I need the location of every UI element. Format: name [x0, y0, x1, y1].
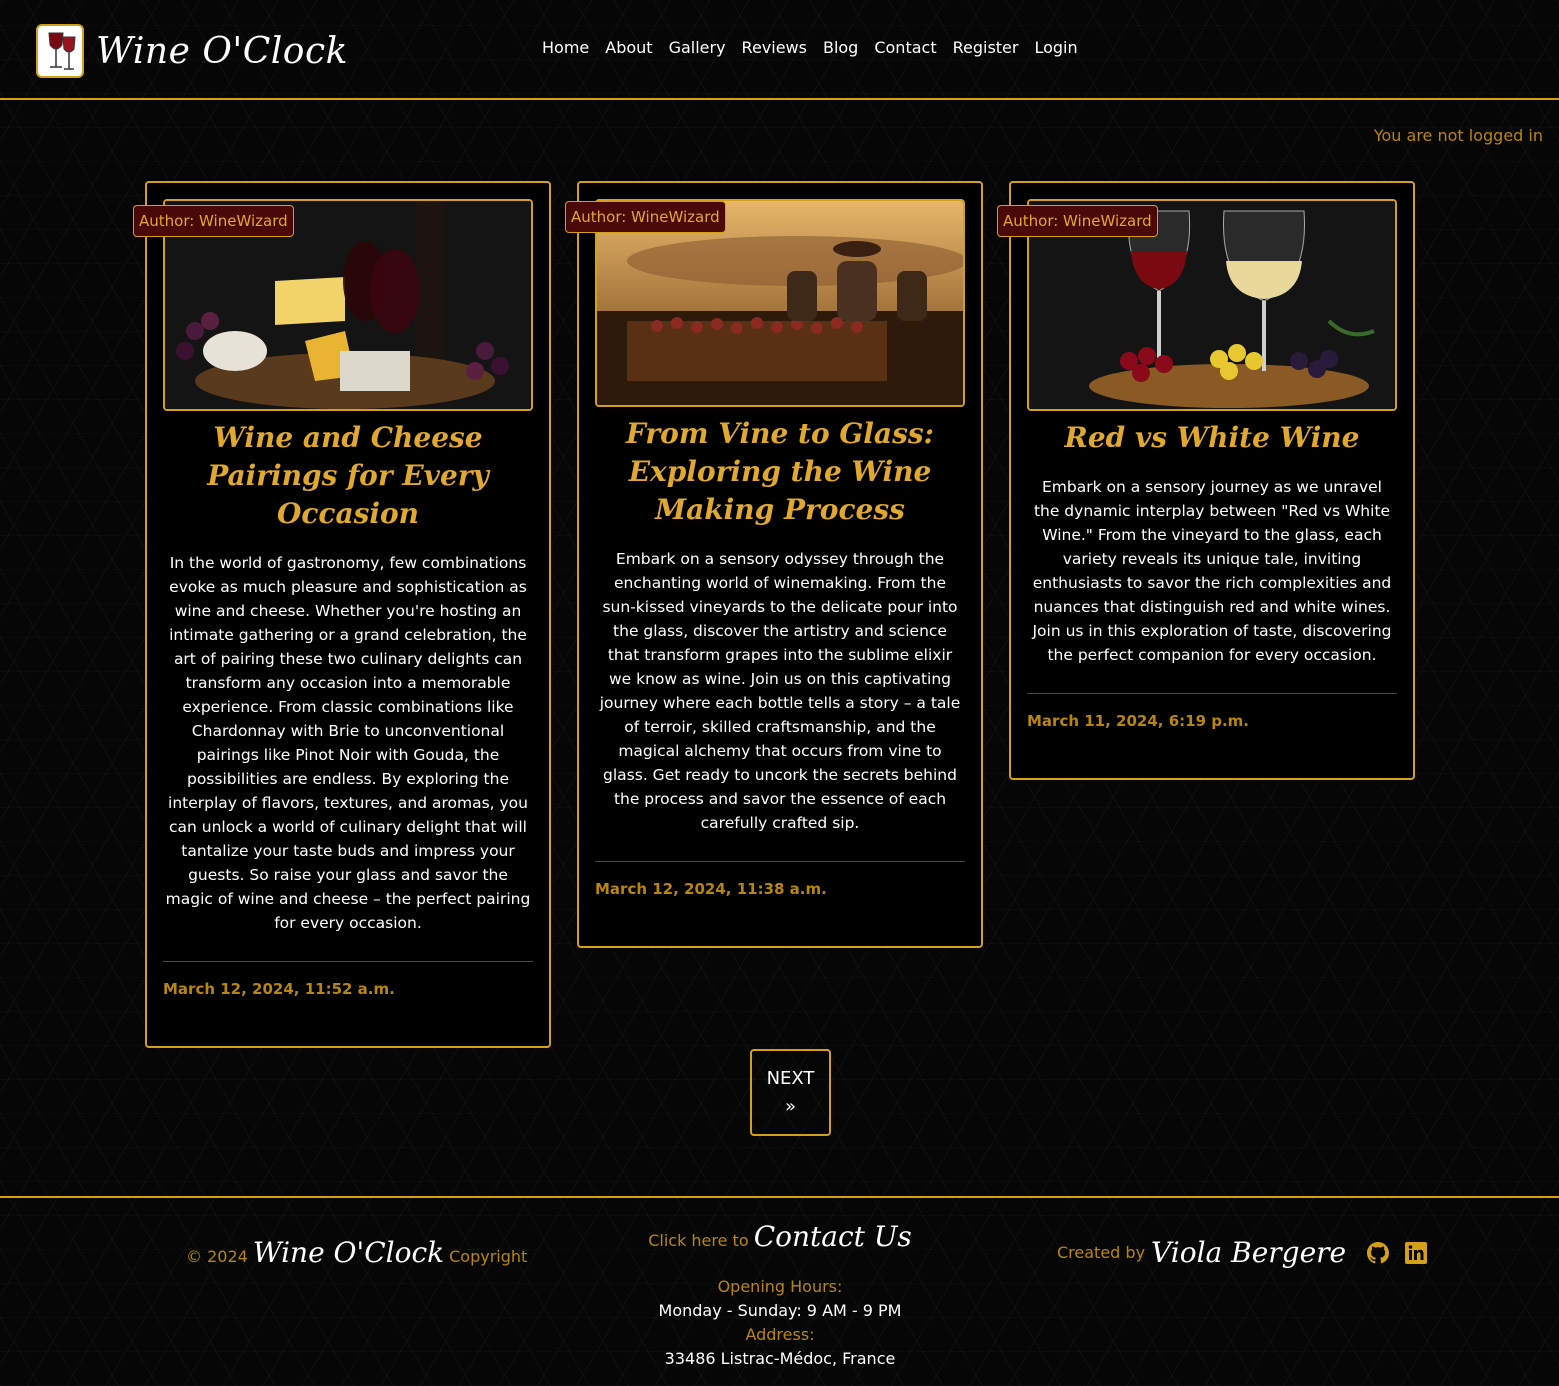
wine-glass-logo-icon[interactable]: [36, 24, 84, 78]
footer-copyright: © 2024 Wine O'Clock Copyright: [186, 1236, 527, 1269]
post-date: March 12, 2024, 11:38 a.m.: [595, 880, 827, 898]
post-excerpt: Embark on a sensory odyssey through the …: [599, 550, 961, 832]
main-nav: Home About Gallery Reviews Blog Contact …: [534, 38, 1086, 57]
post-date: March 12, 2024, 11:52 a.m.: [163, 980, 395, 998]
nav-home[interactable]: Home: [534, 38, 597, 57]
github-icon[interactable]: [1366, 1241, 1390, 1265]
author-badge: Author: WineWizard: [565, 201, 726, 233]
navbar: Wine O'Clock Home About Gallery Reviews …: [0, 0, 1559, 100]
author-badge: Author: WineWizard: [133, 205, 294, 237]
author-badge: Author: WineWizard: [997, 205, 1158, 237]
nav-reviews[interactable]: Reviews: [734, 38, 815, 57]
footer-credits: Created by Viola Bergere: [1057, 1236, 1428, 1269]
footer-brand: Wine O'Clock: [252, 1236, 445, 1269]
post-title[interactable]: From Vine to Glass: Exploring the Wine M…: [595, 415, 965, 529]
address-label: Address:: [745, 1325, 815, 1344]
nav-register[interactable]: Register: [945, 38, 1027, 57]
hours-label: Opening Hours:: [717, 1277, 843, 1296]
card-divider: [1027, 693, 1397, 694]
brand[interactable]: Wine O'Clock: [36, 24, 348, 78]
nav-contact[interactable]: Contact: [866, 38, 944, 57]
footer: © 2024 Wine O'Clock Copyright Click here…: [0, 1196, 1559, 1386]
card-divider: [595, 861, 965, 862]
post-excerpt: In the world of gastronomy, few combinat…: [165, 554, 531, 932]
post-title[interactable]: Red vs White Wine: [1027, 419, 1397, 457]
card-divider: [163, 961, 533, 962]
linkedin-icon[interactable]: [1404, 1241, 1428, 1265]
login-status: You are not logged in: [1373, 126, 1543, 145]
nav-blog[interactable]: Blog: [815, 38, 866, 57]
blog-post-card[interactable]: Author: WineWizard Wine and Cheese Pairi…: [133, 181, 551, 1048]
post-title[interactable]: Wine and Cheese Pairings for Every Occas…: [163, 419, 533, 533]
post-excerpt: Embark on a sensory journey as we unrave…: [1032, 478, 1392, 664]
address-value: 33486 Listrac-Médoc, France: [664, 1349, 896, 1368]
nav-about[interactable]: About: [597, 38, 660, 57]
nav-login[interactable]: Login: [1026, 38, 1085, 57]
blog-post-card[interactable]: Author: WineWizard Red vs White Wine Emb…: [997, 181, 1415, 780]
footer-contact-info: Click here to Contact Us Opening Hours: …: [560, 1220, 1000, 1371]
next-label: NEXT: [766, 1067, 815, 1089]
created-prefix: Created by: [1057, 1243, 1146, 1262]
contact-line: Click here to Contact Us: [560, 1220, 1000, 1253]
blog-post-card[interactable]: Author: WineWizard From Vine to Glass: E…: [565, 181, 983, 948]
contact-prefix: Click here to: [648, 1231, 749, 1250]
creator-name: Viola Bergere: [1151, 1236, 1347, 1269]
contact-us-link[interactable]: Contact Us: [754, 1220, 912, 1253]
brand-name[interactable]: Wine O'Clock: [96, 31, 348, 72]
hours-value: Monday - Sunday: 9 AM - 9 PM: [658, 1301, 902, 1320]
copyright-prefix: © 2024: [186, 1247, 248, 1266]
next-page-button[interactable]: NEXT »: [750, 1049, 831, 1136]
post-date: March 11, 2024, 6:19 p.m.: [1027, 712, 1249, 730]
copyright-suffix: Copyright: [449, 1247, 528, 1266]
nav-gallery[interactable]: Gallery: [661, 38, 734, 57]
next-arrow-icon: »: [784, 1095, 796, 1117]
